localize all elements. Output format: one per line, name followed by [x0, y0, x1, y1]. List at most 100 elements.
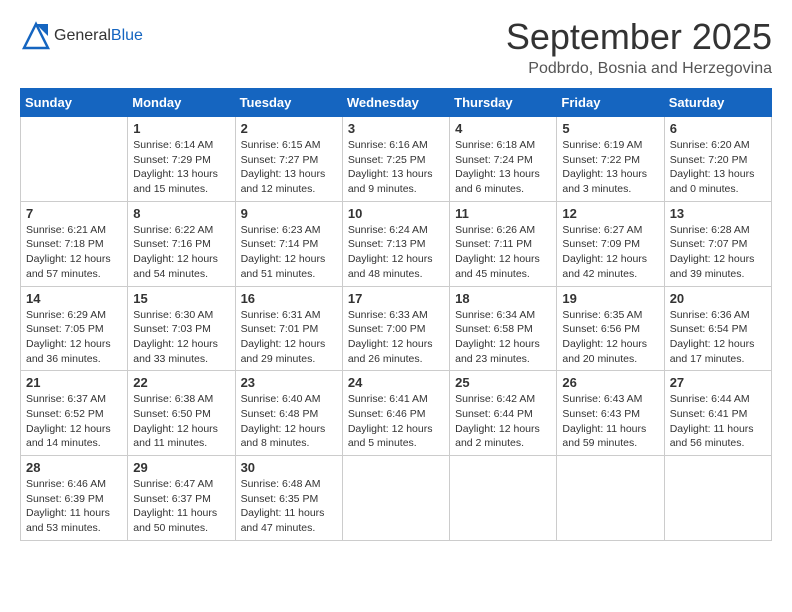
day-number: 4	[455, 121, 551, 136]
calendar-table: SundayMondayTuesdayWednesdayThursdayFrid…	[20, 88, 772, 541]
day-number: 26	[562, 375, 658, 390]
day-info: Sunrise: 6:44 AM Sunset: 6:41 PM Dayligh…	[670, 392, 766, 451]
weekday-header-cell: Monday	[128, 89, 235, 117]
day-info: Sunrise: 6:18 AM Sunset: 7:24 PM Dayligh…	[455, 138, 551, 197]
day-info: Sunrise: 6:15 AM Sunset: 7:27 PM Dayligh…	[241, 138, 337, 197]
day-number: 28	[26, 460, 122, 475]
calendar-week-row: 1 Sunrise: 6:14 AM Sunset: 7:29 PM Daylig…	[21, 117, 772, 202]
day-info: Sunrise: 6:30 AM Sunset: 7:03 PM Dayligh…	[133, 308, 229, 367]
logo-icon	[20, 20, 52, 52]
calendar-cell: 6 Sunrise: 6:20 AM Sunset: 7:20 PM Daylig…	[664, 117, 771, 202]
day-info: Sunrise: 6:23 AM Sunset: 7:14 PM Dayligh…	[241, 223, 337, 282]
day-number: 17	[348, 291, 444, 306]
calendar-cell: 1 Sunrise: 6:14 AM Sunset: 7:29 PM Daylig…	[128, 117, 235, 202]
day-number: 6	[670, 121, 766, 136]
day-info: Sunrise: 6:22 AM Sunset: 7:16 PM Dayligh…	[133, 223, 229, 282]
day-info: Sunrise: 6:16 AM Sunset: 7:25 PM Dayligh…	[348, 138, 444, 197]
day-info: Sunrise: 6:28 AM Sunset: 7:07 PM Dayligh…	[670, 223, 766, 282]
day-number: 16	[241, 291, 337, 306]
day-number: 2	[241, 121, 337, 136]
calendar-cell: 23Sunrise: 6:40 AM Sunset: 6:48 PM Dayli…	[235, 371, 342, 456]
day-info: Sunrise: 6:42 AM Sunset: 6:44 PM Dayligh…	[455, 392, 551, 451]
calendar-cell	[342, 456, 449, 541]
day-info: Sunrise: 6:41 AM Sunset: 6:46 PM Dayligh…	[348, 392, 444, 451]
weekday-header-cell: Friday	[557, 89, 664, 117]
weekday-header-cell: Saturday	[664, 89, 771, 117]
day-info: Sunrise: 6:26 AM Sunset: 7:11 PM Dayligh…	[455, 223, 551, 282]
calendar-cell: 29Sunrise: 6:47 AM Sunset: 6:37 PM Dayli…	[128, 456, 235, 541]
calendar-cell	[450, 456, 557, 541]
calendar-cell: 12 Sunrise: 6:27 AM Sunset: 7:09 PM Dayli…	[557, 201, 664, 286]
calendar-cell: 21 Sunrise: 6:37 AM Sunset: 6:52 PM Dayli…	[21, 371, 128, 456]
day-info: Sunrise: 6:31 AM Sunset: 7:01 PM Dayligh…	[241, 308, 337, 367]
calendar-week-row: 28 Sunrise: 6:46 AM Sunset: 6:39 PM Dayli…	[21, 456, 772, 541]
calendar-cell: 16 Sunrise: 6:31 AM Sunset: 7:01 PM Dayli…	[235, 286, 342, 371]
day-number: 29	[133, 460, 229, 475]
day-info: Sunrise: 6:36 AM Sunset: 6:54 PM Dayligh…	[670, 308, 766, 367]
day-number: 12	[562, 206, 658, 221]
location-title: Podbrdo, Bosnia and Herzegovina	[506, 60, 772, 78]
calendar-cell: 11 Sunrise: 6:26 AM Sunset: 7:11 PM Dayli…	[450, 201, 557, 286]
calendar-cell: 15 Sunrise: 6:30 AM Sunset: 7:03 PM Dayli…	[128, 286, 235, 371]
logo-general-text: General	[54, 27, 111, 44]
calendar-cell: 22Sunrise: 6:38 AM Sunset: 6:50 PM Dayli…	[128, 371, 235, 456]
day-info: Sunrise: 6:27 AM Sunset: 7:09 PM Dayligh…	[562, 223, 658, 282]
calendar-cell: 10 Sunrise: 6:24 AM Sunset: 7:13 PM Dayli…	[342, 201, 449, 286]
day-number: 1	[133, 121, 229, 136]
calendar-cell: 7Sunrise: 6:21 AM Sunset: 7:18 PM Daylig…	[21, 201, 128, 286]
day-number: 18	[455, 291, 551, 306]
calendar-cell: 2 Sunrise: 6:15 AM Sunset: 7:27 PM Daylig…	[235, 117, 342, 202]
day-number: 20	[670, 291, 766, 306]
calendar-cell: 8Sunrise: 6:22 AM Sunset: 7:16 PM Daylig…	[128, 201, 235, 286]
calendar-cell: 20 Sunrise: 6:36 AM Sunset: 6:54 PM Dayli…	[664, 286, 771, 371]
calendar-cell	[21, 117, 128, 202]
calendar-cell: 9 Sunrise: 6:23 AM Sunset: 7:14 PM Daylig…	[235, 201, 342, 286]
day-info: Sunrise: 6:35 AM Sunset: 6:56 PM Dayligh…	[562, 308, 658, 367]
day-number: 5	[562, 121, 658, 136]
day-info: Sunrise: 6:46 AM Sunset: 6:39 PM Dayligh…	[26, 477, 122, 536]
calendar-cell: 14Sunrise: 6:29 AM Sunset: 7:05 PM Dayli…	[21, 286, 128, 371]
day-info: Sunrise: 6:43 AM Sunset: 6:43 PM Dayligh…	[562, 392, 658, 451]
day-info: Sunrise: 6:24 AM Sunset: 7:13 PM Dayligh…	[348, 223, 444, 282]
weekday-header-cell: Tuesday	[235, 89, 342, 117]
logo-blue-text: Blue	[111, 27, 143, 44]
calendar-week-row: 21 Sunrise: 6:37 AM Sunset: 6:52 PM Dayli…	[21, 371, 772, 456]
calendar-cell	[664, 456, 771, 541]
calendar-cell: 30 Sunrise: 6:48 AM Sunset: 6:35 PM Dayli…	[235, 456, 342, 541]
day-number: 10	[348, 206, 444, 221]
calendar-cell: 25 Sunrise: 6:42 AM Sunset: 6:44 PM Dayli…	[450, 371, 557, 456]
calendar-cell: 4 Sunrise: 6:18 AM Sunset: 7:24 PM Daylig…	[450, 117, 557, 202]
day-info: Sunrise: 6:14 AM Sunset: 7:29 PM Dayligh…	[133, 138, 229, 197]
day-info: Sunrise: 6:38 AM Sunset: 6:50 PM Dayligh…	[133, 392, 229, 451]
day-number: 15	[133, 291, 229, 306]
calendar-cell: 18Sunrise: 6:34 AM Sunset: 6:58 PM Dayli…	[450, 286, 557, 371]
logo: GeneralBlue	[20, 20, 143, 52]
calendar-body: 1 Sunrise: 6:14 AM Sunset: 7:29 PM Daylig…	[21, 117, 772, 541]
day-info: Sunrise: 6:21 AM Sunset: 7:18 PM Dayligh…	[26, 223, 122, 282]
day-number: 30	[241, 460, 337, 475]
calendar-cell: 26 Sunrise: 6:43 AM Sunset: 6:43 PM Dayli…	[557, 371, 664, 456]
day-info: Sunrise: 6:48 AM Sunset: 6:35 PM Dayligh…	[241, 477, 337, 536]
calendar-cell: 19 Sunrise: 6:35 AM Sunset: 6:56 PM Dayli…	[557, 286, 664, 371]
calendar-week-row: 7Sunrise: 6:21 AM Sunset: 7:18 PM Daylig…	[21, 201, 772, 286]
calendar-cell: 24Sunrise: 6:41 AM Sunset: 6:46 PM Dayli…	[342, 371, 449, 456]
day-number: 9	[241, 206, 337, 221]
day-number: 25	[455, 375, 551, 390]
day-number: 21	[26, 375, 122, 390]
day-number: 27	[670, 375, 766, 390]
day-info: Sunrise: 6:37 AM Sunset: 6:52 PM Dayligh…	[26, 392, 122, 451]
day-info: Sunrise: 6:20 AM Sunset: 7:20 PM Dayligh…	[670, 138, 766, 197]
weekday-header-cell: Wednesday	[342, 89, 449, 117]
day-info: Sunrise: 6:29 AM Sunset: 7:05 PM Dayligh…	[26, 308, 122, 367]
calendar-cell: 3 Sunrise: 6:16 AM Sunset: 7:25 PM Daylig…	[342, 117, 449, 202]
day-number: 11	[455, 206, 551, 221]
calendar-cell: 13 Sunrise: 6:28 AM Sunset: 7:07 PM Dayli…	[664, 201, 771, 286]
calendar-cell: 5Sunrise: 6:19 AM Sunset: 7:22 PM Daylig…	[557, 117, 664, 202]
title-block: September 2025 Podbrdo, Bosnia and Herze…	[506, 16, 772, 78]
calendar-cell: 28 Sunrise: 6:46 AM Sunset: 6:39 PM Dayli…	[21, 456, 128, 541]
month-title: September 2025	[506, 16, 772, 58]
day-number: 19	[562, 291, 658, 306]
weekday-header-row: SundayMondayTuesdayWednesdayThursdayFrid…	[21, 89, 772, 117]
day-number: 13	[670, 206, 766, 221]
day-number: 3	[348, 121, 444, 136]
